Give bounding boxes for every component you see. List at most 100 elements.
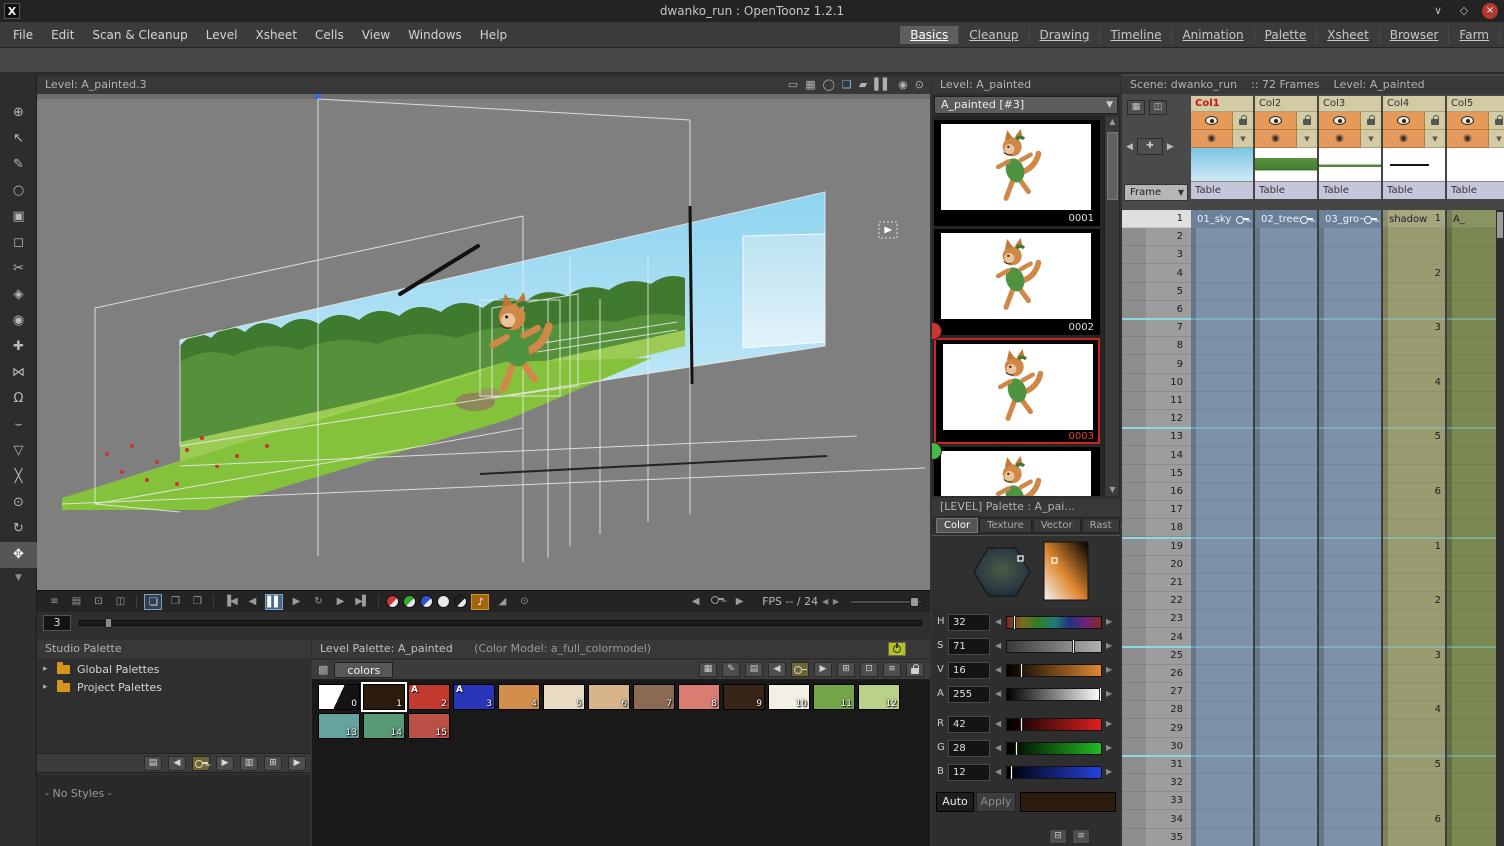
channel-value-field[interactable]: 12 xyxy=(948,764,990,781)
autopaint-key-icon[interactable] xyxy=(791,662,809,677)
layout-options-icon[interactable]: ≡ xyxy=(1072,829,1090,844)
save-palette-icon[interactable]: ▤ xyxy=(745,662,763,677)
style-swatch-8[interactable]: 8 xyxy=(678,684,720,710)
auto-button[interactable]: Auto xyxy=(936,792,974,812)
cell-level-name[interactable]: 01_sky xyxy=(1191,210,1253,228)
increment-icon[interactable]: ▶ xyxy=(1106,719,1112,728)
column-header-col2[interactable]: Col2◉▼Table xyxy=(1255,96,1317,200)
frame-row-21[interactable]: 21 xyxy=(1122,574,1191,592)
blue-channel-button[interactable] xyxy=(420,595,433,608)
style-picker-tool[interactable]: ◈ xyxy=(0,282,37,308)
frame-row-17[interactable]: 17 xyxy=(1122,501,1191,519)
increment-icon[interactable]: ▶ xyxy=(1106,665,1112,674)
palette-page-tab[interactable]: colors xyxy=(334,662,393,678)
frame-row-6[interactable]: 6 xyxy=(1122,301,1191,319)
slider-handle[interactable] xyxy=(1020,663,1023,678)
apply-button[interactable]: Apply xyxy=(976,792,1016,812)
column-name[interactable]: Col5 xyxy=(1447,96,1504,112)
scroll-down-icon[interactable]: ▼ xyxy=(1105,484,1120,496)
new-style-icon[interactable]: ⊡ xyxy=(860,662,878,677)
sidebar-item-project-palettes[interactable]: ▸Project Palettes xyxy=(37,678,310,696)
style-swatch-9[interactable]: 9 xyxy=(723,684,765,710)
slider-handle[interactable] xyxy=(1072,639,1075,654)
camera-icon[interactable]: ▰ xyxy=(859,76,867,94)
sidebar-item-global-palettes[interactable]: ▸Global Palettes xyxy=(37,660,310,678)
first-frame-button[interactable]: ▐◀ xyxy=(221,594,239,610)
next-step-icon[interactable]: ▶ xyxy=(1167,142,1174,152)
field-guide-icon[interactable]: ▦ xyxy=(805,76,815,94)
frame-row-11[interactable]: 11 xyxy=(1122,392,1191,410)
frame-row-19[interactable]: 19 xyxy=(1122,538,1191,556)
play-button[interactable]: ▶ xyxy=(287,594,305,610)
frame-row-25[interactable]: 25 xyxy=(1122,647,1191,665)
snapshot-icon[interactable]: ⊡ xyxy=(89,594,107,610)
style-swatch-10[interactable]: 10 xyxy=(768,684,810,710)
camera-view-button[interactable]: ❒ xyxy=(188,594,206,610)
column-header-col4[interactable]: Col4◉▼Table xyxy=(1383,96,1445,200)
slider-handle[interactable] xyxy=(910,597,919,607)
frame-display-combo[interactable]: Frame ▼ xyxy=(1124,184,1188,201)
preview-visible-toggle[interactable] xyxy=(1383,112,1425,130)
menu-file[interactable]: File xyxy=(4,22,42,48)
camstand-visible-toggle[interactable]: ◉ xyxy=(1447,130,1489,148)
decrement-icon[interactable]: ◀ xyxy=(995,767,1001,776)
frame-row-7[interactable]: 7 xyxy=(1122,319,1191,337)
last-frame-button[interactable]: ▶▌ xyxy=(353,594,371,610)
frame-row-26[interactable]: 26 xyxy=(1122,665,1191,683)
preview-visible-toggle[interactable] xyxy=(1191,112,1233,130)
fill-tool[interactable]: ▣ xyxy=(0,204,37,230)
3d-view-button[interactable]: ❐ xyxy=(166,594,184,610)
frame-row-33[interactable]: 33 xyxy=(1122,792,1191,810)
color-wheel-area[interactable] xyxy=(932,536,1120,608)
scrollbar-thumb[interactable] xyxy=(1107,132,1118,200)
rotate-tool[interactable]: ↻ xyxy=(0,516,37,542)
slider-handle[interactable] xyxy=(1013,615,1016,630)
frame-row-20[interactable]: 20 xyxy=(1122,556,1191,574)
key-icon[interactable] xyxy=(192,756,210,771)
magnet-tool[interactable]: Ω xyxy=(0,386,37,412)
camera-settings-icon[interactable]: ◫ xyxy=(1149,100,1167,115)
level-strip-frame-1[interactable]: 0001 xyxy=(934,120,1100,226)
level-strip-scrollbar[interactable]: ▲ ▼ xyxy=(1104,116,1119,496)
style-swatch-5[interactable]: 5 xyxy=(543,684,585,710)
close-button[interactable]: × xyxy=(1482,3,1498,19)
decrement-icon[interactable]: ◀ xyxy=(995,617,1001,626)
style-swatch-15[interactable]: 15 xyxy=(408,713,450,739)
frame-row-34[interactable]: 34 xyxy=(1122,811,1191,829)
current-frame-field[interactable]: 3 xyxy=(43,615,71,631)
level-strip-frame-3[interactable]: 0003 xyxy=(934,338,1100,444)
channel-value-field[interactable]: 32 xyxy=(948,614,990,631)
menu-cells[interactable]: Cells xyxy=(306,22,353,48)
green-channel-button[interactable] xyxy=(403,595,416,608)
decrement-icon[interactable]: ◀ xyxy=(995,719,1001,728)
frame-row-12[interactable]: 12 xyxy=(1122,410,1191,428)
frame-row-13[interactable]: 13 xyxy=(1122,428,1191,446)
red-channel-button[interactable] xyxy=(386,595,399,608)
standard-view-button[interactable]: ❏ xyxy=(144,594,162,610)
playback-speed-slider[interactable] xyxy=(850,600,922,604)
column-name[interactable]: Col2 xyxy=(1255,96,1317,112)
frame-row-2[interactable]: 2 xyxy=(1122,228,1191,246)
increment-icon[interactable]: ▶ xyxy=(1106,767,1112,776)
room-tab-xsheet[interactable]: Xsheet xyxy=(1317,26,1380,44)
level-palette-header[interactable]: Level Palette: A_painted (Color Model: a… xyxy=(312,640,930,658)
column-menu-arrow[interactable]: ▼ xyxy=(1425,130,1445,148)
cell-level-name[interactable]: 03_gro~ xyxy=(1319,210,1381,228)
room-tab-farm[interactable]: Farm xyxy=(1449,26,1500,44)
tape-tool[interactable]: ✂ xyxy=(0,256,37,282)
camstand-visible-toggle[interactable]: ◉ xyxy=(1255,130,1297,148)
menu-scan-cleanup[interactable]: Scan & Cleanup xyxy=(83,22,196,48)
frame-row-32[interactable]: 32 xyxy=(1122,774,1191,792)
console-icon[interactable]: ≡ xyxy=(45,594,63,610)
frame-row-18[interactable]: 18 xyxy=(1122,519,1191,537)
animate-tool[interactable]: ⊕ xyxy=(0,100,37,126)
hand-tool[interactable]: ✥ xyxy=(0,542,37,568)
level-settings-icon[interactable]: ▦ xyxy=(1127,100,1145,115)
column-parent-handle[interactable]: Table xyxy=(1383,182,1445,199)
lock-toggle[interactable] xyxy=(1489,112,1504,130)
level-strip-frame-2[interactable]: 0002 xyxy=(934,229,1100,335)
channel-slider[interactable] xyxy=(1006,718,1102,731)
pinch-tool[interactable]: ⋈ xyxy=(0,360,37,386)
frame-row-27[interactable]: 27 xyxy=(1122,683,1191,701)
column-cells-01-sky[interactable]: 01_sky xyxy=(1191,210,1253,846)
